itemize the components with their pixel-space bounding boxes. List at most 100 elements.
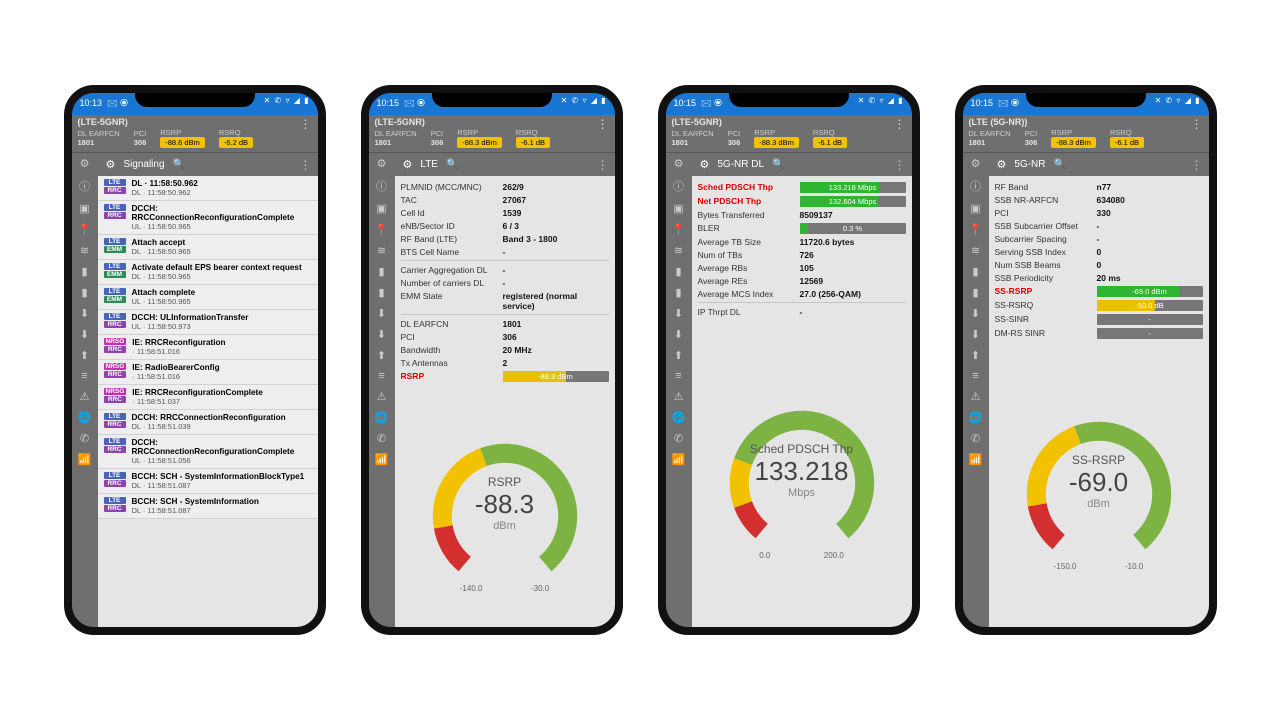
sidebar-icon-7[interactable]: ⬇ [80, 307, 89, 320]
signaling-item[interactable]: LTEEMMActivate default EPS bearer contex… [98, 260, 318, 285]
sidebar-icon-4[interactable]: ≋ [377, 244, 386, 257]
sidebar-icon-9[interactable]: ⬆ [80, 349, 89, 362]
sidebar-icon-6[interactable]: ▮ [378, 286, 384, 299]
overflow-menu-icon[interactable]: ⋮ [300, 119, 312, 129]
sidebar-icon-10[interactable]: ≡ [675, 370, 681, 382]
signaling-item[interactable]: NRSGRRCIE: RRCReconfiguration· 11:58:51.… [98, 335, 318, 360]
sidebar-icon-13[interactable]: ✆ [80, 432, 89, 445]
sidebar-icon-1[interactable]: ⓘ [79, 178, 90, 194]
signaling-item[interactable]: LTERRCDCCH: ULInformationTransferUL · 11… [98, 310, 318, 335]
sidebar-icon-1[interactable]: ⓘ [673, 178, 684, 194]
signaling-item[interactable]: LTERRCBCCH: SCH - SystemInformationDL · … [98, 494, 318, 519]
sidebar-icon-7[interactable]: ⬇ [377, 307, 386, 320]
sidebar-icon-3[interactable]: 📍 [969, 223, 983, 236]
sidebar-icon-12[interactable]: 🌐 [375, 411, 389, 424]
sidebar-icon-8[interactable]: ⬇ [80, 328, 89, 341]
gear-icon[interactable]: ⚙ [403, 158, 413, 171]
sidebar-icon-12[interactable]: 🌐 [672, 411, 686, 424]
sidebar-icon-6[interactable]: ▮ [972, 286, 978, 299]
tab-label[interactable]: LTE [420, 159, 438, 170]
sidebar-icon-13[interactable]: ✆ [674, 432, 683, 445]
search-icon[interactable]: 🔍 [173, 159, 185, 170]
tab-overflow-icon[interactable]: ⋮ [894, 158, 906, 172]
signaling-item[interactable]: LTEEMMAttach completeUL · 11:58:50.965 [98, 285, 318, 310]
sidebar-icon-12[interactable]: 🌐 [78, 411, 92, 424]
tab-overflow-icon[interactable]: ⋮ [300, 158, 312, 172]
sidebar-icon-6[interactable]: ▮ [81, 286, 87, 299]
signaling-item[interactable]: LTERRCDCCH: RRCConnectionReconfiguration… [98, 201, 318, 235]
sidebar-icon-0[interactable]: ⚙ [80, 157, 90, 170]
signaling-item[interactable]: LTERRCDCCH: RRCConnectionReconfiguration… [98, 410, 318, 435]
sidebar-icon-0[interactable]: ⚙ [971, 157, 981, 170]
sidebar-icon-13[interactable]: ✆ [377, 432, 386, 445]
sidebar-icon-9[interactable]: ⬆ [377, 349, 386, 362]
signaling-item[interactable]: LTEEMMAttach acceptDL · 11:58:50.965 [98, 235, 318, 260]
sidebar-icon-11[interactable]: ⚠ [674, 390, 684, 403]
sidebar-icon-14[interactable]: 📶 [969, 453, 983, 466]
search-icon[interactable]: 🔍 [446, 159, 458, 170]
sidebar-icon-9[interactable]: ⬆ [971, 349, 980, 362]
overflow-menu-icon[interactable]: ⋮ [894, 119, 906, 129]
tab-overflow-icon[interactable]: ⋮ [1191, 158, 1203, 172]
sidebar-icon-8[interactable]: ⬇ [377, 328, 386, 341]
sidebar-icon-13[interactable]: ✆ [971, 432, 980, 445]
tab-label[interactable]: Signaling [123, 159, 164, 170]
tab-overflow-icon[interactable]: ⋮ [597, 158, 609, 172]
sidebar-icon-2[interactable]: ▣ [673, 202, 683, 215]
sidebar-icon-9[interactable]: ⬆ [674, 349, 683, 362]
sidebar-icon-3[interactable]: 📍 [78, 223, 92, 236]
sidebar-icon-8[interactable]: ⬇ [971, 328, 980, 341]
overflow-menu-icon[interactable]: ⋮ [597, 119, 609, 129]
sidebar-icon-5[interactable]: ▮ [378, 265, 384, 278]
sidebar-icon-4[interactable]: ≋ [80, 244, 89, 257]
sidebar-icon-10[interactable]: ≡ [81, 370, 87, 382]
signaling-list[interactable]: LTERRCDL · 11:58:50.962DL · 11:58:50.962… [98, 176, 318, 635]
sidebar-icon-11[interactable]: ⚠ [971, 390, 981, 403]
sidebar-icon-5[interactable]: ▮ [972, 265, 978, 278]
sidebar-icon-4[interactable]: ≋ [674, 244, 683, 257]
sidebar-icon-2[interactable]: ▣ [970, 202, 980, 215]
sidebar-icon-7[interactable]: ⬇ [971, 307, 980, 320]
sidebar-icon-1[interactable]: ⓘ [970, 178, 981, 194]
status-time: 10:15 🖂 ⦿ [674, 96, 723, 112]
gear-icon[interactable]: ⚙ [997, 158, 1007, 171]
sidebar-icon-14[interactable]: 📶 [78, 453, 92, 466]
sidebar-icon-6[interactable]: ▮ [675, 286, 681, 299]
sidebar-icon-1[interactable]: ⓘ [376, 178, 387, 194]
sidebar-icon-0[interactable]: ⚙ [674, 157, 684, 170]
signaling-item[interactable]: LTERRCDCCH: RRCConnectionReconfiguration… [98, 435, 318, 469]
sidebar-icon-3[interactable]: 📍 [375, 223, 389, 236]
sidebar-icon-11[interactable]: ⚠ [80, 390, 90, 403]
sidebar-icon-4[interactable]: ≋ [971, 244, 980, 257]
sidebar-icon-10[interactable]: ≡ [972, 370, 978, 382]
sidebar-icon-10[interactable]: ≡ [378, 370, 384, 382]
sidebar-icon-3[interactable]: 📍 [672, 223, 686, 236]
value-bar: -88.3 dBm [503, 371, 609, 382]
signaling-item[interactable]: LTERRCDL · 11:58:50.962DL · 11:58:50.962 [98, 176, 318, 201]
signaling-item[interactable]: NRSGRRCIE: RRCReconfigurationComplete· 1… [98, 385, 318, 410]
signaling-item[interactable]: NRSGRRCIE: RadioBearerConfig· 11:58:51.0… [98, 360, 318, 385]
sidebar-icon-11[interactable]: ⚠ [377, 390, 387, 403]
search-icon[interactable]: 🔍 [1054, 159, 1066, 170]
sidebar-icon-5[interactable]: ▮ [81, 265, 87, 278]
sidebar-icon-2[interactable]: ▣ [79, 202, 89, 215]
sidebar-icon-5[interactable]: ▮ [675, 265, 681, 278]
sidebar-icon-8[interactable]: ⬇ [674, 328, 683, 341]
gear-icon[interactable]: ⚙ [700, 158, 710, 171]
sidebar-icon-0[interactable]: ⚙ [377, 157, 387, 170]
kv-value: - [800, 307, 906, 317]
sidebar-icon-14[interactable]: 📶 [672, 453, 686, 466]
gear-icon[interactable]: ⚙ [106, 158, 116, 171]
tab-label[interactable]: 5G-NR [1014, 159, 1045, 170]
sidebar-icon-14[interactable]: 📶 [375, 453, 389, 466]
msg-title: IE: RRCReconfigurationComplete [132, 388, 263, 397]
signaling-item[interactable]: LTERRCBCCH: SCH - SystemInformationBlock… [98, 469, 318, 494]
search-icon[interactable]: 🔍 [772, 159, 784, 170]
tab-label[interactable]: 5G-NR DL [717, 159, 764, 170]
overflow-menu-icon[interactable]: ⋮ [1191, 119, 1203, 129]
sidebar-icon-7[interactable]: ⬇ [674, 307, 683, 320]
msg-title: DL · 11:58:50.962 [132, 179, 198, 188]
sidebar-icon-12[interactable]: 🌐 [969, 411, 983, 424]
sidebar-icon-2[interactable]: ▣ [376, 202, 386, 215]
tag-rrc: RRC [104, 187, 126, 194]
